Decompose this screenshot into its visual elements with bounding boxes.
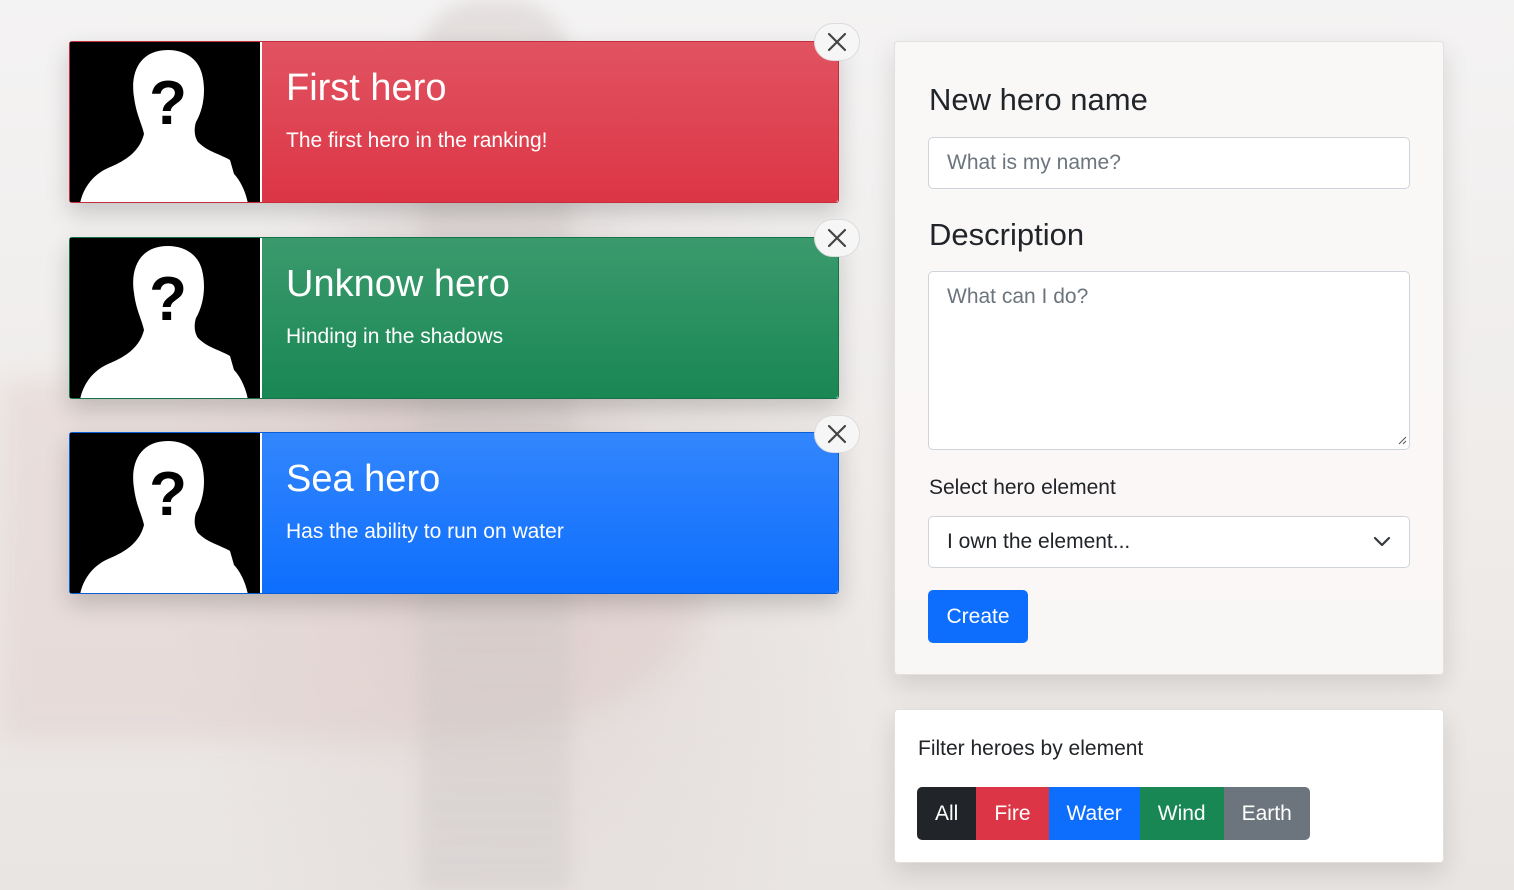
close-icon (827, 424, 847, 444)
new-hero-form: New hero name Description Select hero el… (894, 41, 1444, 675)
hero-description: The first hero in the ranking! (286, 129, 548, 152)
description-title: Description (929, 217, 1085, 252)
unknown-person-icon: ? (70, 433, 262, 593)
hero-card-sea: ? Sea hero Has the ability to run on wat… (69, 432, 839, 594)
hero-body: First hero The first hero in the ranking… (262, 42, 838, 202)
close-icon (827, 228, 847, 248)
svg-text:?: ? (149, 265, 187, 334)
hero-name: First hero (286, 67, 447, 109)
hero-description: Has the ability to run on water (286, 520, 564, 543)
hero-description: Hinding in the shadows (286, 325, 504, 348)
hero-name-input[interactable] (928, 137, 1410, 189)
hero-name: Unknow hero (286, 263, 510, 305)
unknown-person-icon: ? (70, 238, 262, 398)
select-element-label: Select hero element (929, 476, 1116, 499)
filter-water-button[interactable]: Water (1048, 787, 1140, 840)
chevron-down-icon (1373, 536, 1391, 547)
hero-name-title: New hero name (929, 82, 1148, 117)
hero-name: Sea hero (286, 458, 441, 500)
filter-all-button[interactable]: All (917, 787, 977, 840)
filter-wind-button[interactable]: Wind (1139, 787, 1224, 840)
hero-card-unknow: ? Unknow hero Hinding in the shadows (69, 237, 839, 399)
unknown-person-icon: ? (70, 42, 262, 202)
description-textarea[interactable] (928, 271, 1410, 450)
hero-card-first: ? First hero The first hero in the ranki… (69, 41, 839, 203)
filter-fire-button[interactable]: Fire (976, 787, 1049, 840)
hero-body: Sea hero Has the ability to run on water (262, 433, 838, 593)
create-button[interactable]: Create (928, 590, 1028, 643)
remove-hero-button[interactable] (814, 23, 860, 61)
remove-hero-button[interactable] (814, 415, 860, 453)
hero-body: Unknow hero Hinding in the shadows (262, 238, 838, 398)
filter-label: Filter heroes by element (918, 737, 1144, 760)
select-value: I own the element... (947, 530, 1131, 553)
filter-button-group: All Fire Water Wind Earth (917, 787, 1310, 840)
hero-element-select[interactable]: I own the element... (928, 516, 1410, 568)
resize-handle-icon[interactable] (1398, 436, 1407, 445)
svg-text:?: ? (149, 460, 187, 529)
filter-earth-button[interactable]: Earth (1223, 787, 1310, 840)
svg-text:?: ? (149, 69, 187, 138)
close-icon (827, 32, 847, 52)
remove-hero-button[interactable] (814, 219, 860, 257)
filter-panel: Filter heroes by element All Fire Water … (894, 709, 1444, 863)
